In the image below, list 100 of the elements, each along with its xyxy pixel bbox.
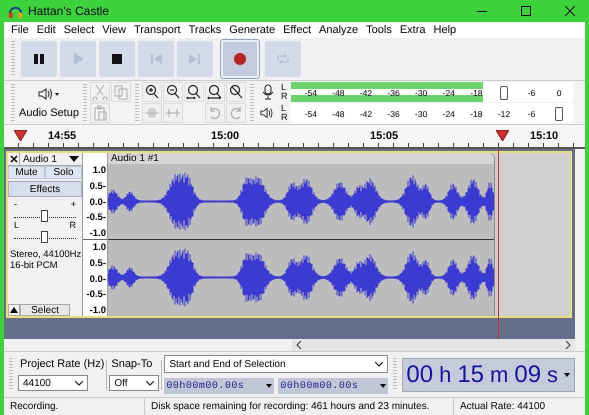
gain-plus-label: +: [70, 200, 76, 208]
menu-item[interactable]: Tracks: [184, 24, 226, 36]
menu-item[interactable]: Select: [60, 24, 98, 36]
time-tick-label: 14:55: [48, 130, 76, 142]
meter-tick-label: -18: [470, 108, 482, 118]
zoom-toggle-button[interactable]: [226, 82, 246, 102]
pause-icon: [31, 51, 47, 67]
vertical-scrollbar[interactable]: [575, 149, 585, 339]
time-tick-label: 15:00: [211, 130, 240, 142]
amplitude-label: -1.0: [90, 305, 106, 316]
caret-icon: [75, 380, 83, 386]
menu-item[interactable]: Edit: [32, 24, 60, 36]
menu-item[interactable]: Effect: [279, 24, 316, 36]
meter-tick-label: -30: [415, 88, 428, 98]
amplitude-label: 1.0: [92, 242, 106, 253]
speaker-icon: [38, 86, 60, 100]
channel-label: L: [281, 104, 288, 113]
zoom-in-button[interactable]: [142, 82, 162, 102]
copy-icon: [113, 84, 129, 100]
caret-icon: [146, 380, 154, 386]
amplitude-label: 0.0-: [90, 274, 106, 284]
playhead-marker-icon: [14, 130, 27, 141]
audio-clip[interactable]: Audio 1 #1: [108, 153, 495, 316]
track-format-text: Stereo, 44100Hz: [10, 249, 82, 260]
amplitude-label: 0.0-: [90, 196, 106, 208]
menu-item[interactable]: Help: [430, 24, 460, 36]
skip-end-icon: [187, 51, 203, 67]
track-name-menu[interactable]: Audio 1: [20, 153, 82, 165]
menu-item[interactable]: Analyze: [315, 24, 362, 36]
menu-item[interactable]: Extra: [396, 24, 430, 36]
track-toggle-button[interactable]: Solo: [45, 166, 82, 179]
gain-minus-label: -: [14, 200, 17, 208]
window-title: Hattan's Castle: [28, 4, 109, 18]
empty-track-area[interactable]: [495, 153, 570, 316]
amplitude-label: -0.5-: [86, 212, 106, 224]
effects-button[interactable]: Effects: [8, 181, 82, 197]
track-toggle-button[interactable]: Mute: [8, 166, 45, 179]
selection-mode-dropdown[interactable]: Start and End of Selection: [164, 355, 388, 373]
amplitude-label: -0.5-: [86, 289, 106, 300]
menu-item[interactable]: View: [98, 24, 130, 36]
menu-item[interactable]: File: [7, 24, 33, 36]
caret-icon: [266, 384, 272, 388]
close-icon: [10, 155, 18, 163]
volume-slider-thumb[interactable]: [555, 106, 564, 120]
scroll-left-icon[interactable]: [296, 341, 302, 349]
amplitude-label: 1.0: [92, 165, 106, 176]
project-rate-dropdown[interactable]: 44100: [18, 375, 88, 391]
microphone-icon[interactable]: [260, 84, 276, 100]
menu-item[interactable]: Tools: [362, 24, 396, 36]
scroll-right-icon[interactable]: [565, 341, 571, 349]
meter-tick-label: -36: [387, 88, 400, 98]
meter-tick-label: -6: [528, 88, 536, 98]
meter-tick-label: -30: [415, 108, 428, 118]
zoom-out-icon: [165, 84, 181, 100]
snap-to-label: Snap-To: [110, 358, 154, 370]
status-text: Actual Rate: 44100: [459, 400, 546, 414]
close-icon[interactable]: [565, 6, 575, 16]
clip-title[interactable]: Audio 1 #1: [108, 153, 494, 164]
time-tick-label: 15:10: [530, 130, 558, 142]
track-format-text: 16-bit PCM: [10, 260, 59, 271]
audio-track[interactable]: Audio 1 Mute Solo Effects - + L R Stereo, 44100Hz 16-bit PCM Select 1.0 0.5- 0.0- -0.5- -1.0 1.0 0.5- 0.0- -0.5- -1.0 Audio 1 #1: [6, 151, 572, 318]
collapse-button[interactable]: [8, 304, 20, 316]
fit-selection-icon: [186, 84, 202, 100]
pause-button[interactable]: [21, 41, 57, 77]
pan-left-label: L: [14, 221, 20, 229]
fit-selection-button[interactable]: [184, 82, 204, 102]
record-button[interactable]: [221, 40, 259, 78]
meter-tick-label: 0: [556, 88, 562, 98]
amplitude-label: 0.5-: [90, 180, 106, 192]
amplitude-label: 0.5-: [90, 258, 106, 269]
selection-end-time[interactable]: 00h00m00.00s: [278, 378, 388, 394]
audio-position-time[interactable]: 00 h 15 m 09 s: [402, 358, 575, 392]
pan-slider-thumb[interactable]: [41, 231, 48, 243]
zoom-in-icon: [144, 84, 160, 100]
snap-to-dropdown[interactable]: Off: [109, 375, 160, 391]
time-tick-label: 15:05: [370, 130, 398, 142]
fit-project-button[interactable]: [205, 82, 225, 102]
maximize-icon[interactable]: [521, 6, 531, 16]
paste-icon: [92, 104, 108, 120]
menu-item[interactable]: Generate: [225, 24, 280, 36]
select-button[interactable]: Select: [20, 304, 70, 316]
record-icon: [232, 51, 248, 67]
meter-tick-label: -12: [498, 108, 510, 118]
selection-start-time[interactable]: 00h00m00.00s: [164, 378, 274, 394]
gain-slider-thumb[interactable]: [41, 210, 48, 222]
meter-tick-label: -36: [387, 108, 400, 118]
meter-tick-label: -18: [470, 88, 482, 98]
horizontal-scrollbar[interactable]: [292, 339, 575, 351]
meter-tick-label: -24: [442, 88, 455, 98]
stop-button[interactable]: [99, 41, 135, 77]
amplitude-label: -1.0: [90, 228, 106, 239]
close-track-button[interactable]: [8, 153, 20, 165]
zoom-toggle-icon: [228, 84, 244, 100]
meter-tick-label: -42: [360, 108, 372, 118]
timeline-ruler[interactable]: 14:55 15:00 15:05 15:10: [4, 125, 585, 149]
menu-item[interactable]: Transport: [130, 24, 185, 36]
status-text: Recording.: [4, 398, 145, 415]
fit-project-icon: [207, 84, 223, 100]
zoom-out-button[interactable]: [163, 82, 183, 102]
project-rate-label: Project Rate (Hz): [19, 358, 104, 370]
